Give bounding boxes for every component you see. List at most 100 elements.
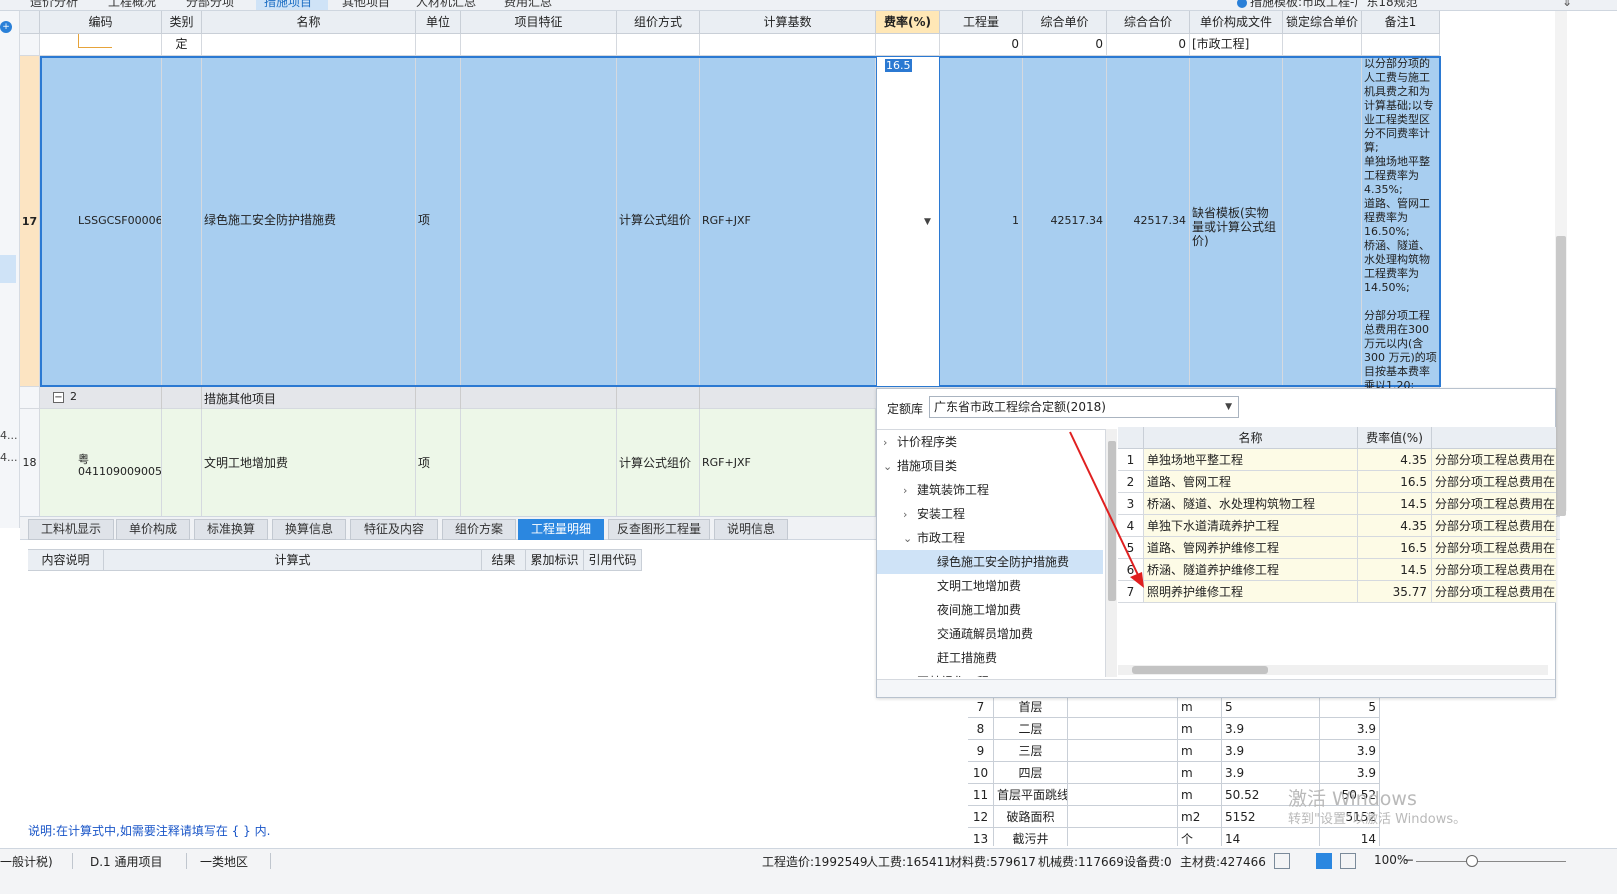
tree-item[interactable]: 文明工地增加费 xyxy=(877,574,1103,598)
qty-row-value[interactable]: 3.9 xyxy=(1320,762,1380,784)
qty-row-unit[interactable]: m xyxy=(1178,762,1222,784)
tab-standard-conversion[interactable]: 标准换算 xyxy=(194,519,268,540)
tree-item[interactable]: › 建筑装饰工程 xyxy=(877,478,1103,502)
tree-item[interactable]: 绿色施工安全防护措施费 xyxy=(877,550,1103,574)
qty-row-blank[interactable] xyxy=(1068,696,1178,718)
tab-measures[interactable]: 措施项目 xyxy=(256,0,328,10)
template-title[interactable]: 措施模板:市政工程-广东18规范 xyxy=(1250,0,1418,10)
rate-row-value[interactable]: 35.77 xyxy=(1358,581,1432,603)
status-item[interactable]: D.1 通用项目 xyxy=(90,853,163,870)
header-locked-price[interactable]: 锁定综合单价 xyxy=(1283,11,1362,34)
tree-item[interactable]: ⌄ 市政工程 xyxy=(877,526,1103,550)
qty-row-index[interactable]: 13 xyxy=(968,828,994,846)
qty-row-name[interactable]: 四层 xyxy=(994,762,1068,784)
header-unit-price[interactable]: 综合单价 xyxy=(1023,11,1107,34)
tab-sub-items[interactable]: 分部分项 xyxy=(178,0,242,10)
cell-name[interactable]: 绿色施工安全防护措施费 xyxy=(202,56,416,387)
header-base[interactable]: 计算基数 xyxy=(700,11,876,34)
status-tax[interactable]: 一般计税) xyxy=(0,853,53,870)
header-quantity[interactable]: 工程量 xyxy=(940,11,1023,34)
qty-row-index[interactable]: 8 xyxy=(968,718,994,740)
qty-row-blank[interactable] xyxy=(1068,828,1178,846)
rate-row-value[interactable]: 16.5 xyxy=(1358,537,1432,559)
rate-row-index[interactable]: 4 xyxy=(1118,515,1144,537)
cell-unit[interactable]: 项 xyxy=(416,56,461,387)
library-select[interactable]: 广东省市政工程综合定额(2018) ▼ xyxy=(929,396,1239,418)
cell-total[interactable]: 0 xyxy=(1107,34,1190,56)
detail-header-ref-code[interactable]: 引用代码 xyxy=(584,549,642,571)
rate-row-note[interactable]: 分部分项工程总费用在3 xyxy=(1432,537,1556,559)
hscroll-thumb[interactable] xyxy=(1132,666,1268,674)
rate-row-index[interactable]: 7 xyxy=(1118,581,1144,603)
tab-labor-material[interactable]: 工料机显示 xyxy=(28,519,114,540)
qty-row-unit[interactable]: m2 xyxy=(1178,806,1222,828)
scroll-thumb[interactable] xyxy=(1556,236,1566,516)
rate-row-note[interactable]: 分部分项工程总费用在3 xyxy=(1432,449,1556,471)
cell-base[interactable]: RGF+JXF xyxy=(700,56,876,387)
header-price-file[interactable]: 单价构成文件 xyxy=(1190,11,1283,34)
qty-row-name[interactable]: 首层 xyxy=(994,696,1068,718)
left-nav-selected[interactable] xyxy=(0,255,16,283)
cell-quantity[interactable]: 1 xyxy=(940,56,1023,387)
header-type[interactable]: 类别 xyxy=(162,11,202,34)
tab-price-composition[interactable]: 单价构成 xyxy=(116,519,190,540)
cell-unit-price[interactable]: 42517.34 xyxy=(1023,56,1107,387)
rate-header-note[interactable] xyxy=(1432,427,1556,449)
tree-item[interactable]: ⌄ 措施项目类 xyxy=(877,454,1103,478)
rate-row-note[interactable]: 分部分项工程总费用在3 xyxy=(1432,581,1556,603)
header-feature[interactable]: 项目特征 xyxy=(461,11,617,34)
tab-description[interactable]: 说明信息 xyxy=(714,519,788,540)
header-name[interactable]: 名称 xyxy=(202,11,416,34)
rate-row-note[interactable]: 分部分项工程总费用在3 xyxy=(1432,471,1556,493)
qty-row-unit[interactable]: m xyxy=(1178,740,1222,762)
rate-row-value[interactable]: 14.5 xyxy=(1358,493,1432,515)
cell-unit-price[interactable]: 0 xyxy=(1023,34,1107,56)
qty-row-index[interactable]: 10 xyxy=(968,762,994,784)
cell-code[interactable]: LSSGCSF00006 xyxy=(40,56,162,387)
tab-conversion-info[interactable]: 换算信息 xyxy=(272,519,346,540)
qty-row-value[interactable]: 3.9 xyxy=(1320,740,1380,762)
chevron-down-icon[interactable]: ⌄ xyxy=(903,527,917,551)
tree-scrollbar[interactable] xyxy=(1105,429,1117,677)
qty-row-unit[interactable]: m xyxy=(1178,718,1222,740)
cell-quantity[interactable]: 0 xyxy=(940,34,1023,56)
detail-header-accumulate[interactable]: 累加标识 xyxy=(526,549,584,571)
qty-row-index[interactable]: 7 xyxy=(968,696,994,718)
qty-row-expr[interactable]: 3.9 xyxy=(1222,762,1320,784)
header-remark[interactable]: 备注1 xyxy=(1362,11,1440,34)
qty-row-blank[interactable] xyxy=(1068,784,1178,806)
rate-header-value[interactable]: 费率值(%) xyxy=(1358,427,1432,449)
rate-row-name[interactable]: 道路、管网工程 xyxy=(1144,471,1358,493)
detail-header-formula[interactable]: 计算式 xyxy=(104,549,482,571)
rate-row-name[interactable]: 单独下水道清疏养护工程 xyxy=(1144,515,1358,537)
qty-row-name[interactable]: 三层 xyxy=(994,740,1068,762)
grid-scrollbar[interactable] xyxy=(1555,11,1567,516)
rate-row-value[interactable]: 16.5 xyxy=(1358,471,1432,493)
rate-row-name[interactable]: 桥涵、隧道养护维修工程 xyxy=(1144,559,1358,581)
chevron-right-icon[interactable]: › xyxy=(903,671,917,677)
rate-row-index[interactable]: 2 xyxy=(1118,471,1144,493)
tree-scroll-thumb[interactable] xyxy=(1108,441,1116,601)
rate-row-note[interactable]: 分部分项工程总费用在3 xyxy=(1432,493,1556,515)
qty-row-name[interactable]: 首层平面跳线 xyxy=(994,784,1068,806)
zoom-out-icon[interactable]: − xyxy=(1404,853,1414,867)
tab-quantity-detail[interactable]: 工程量明细 xyxy=(518,519,604,540)
tab-labor-material-summary[interactable]: 人材机汇总 xyxy=(408,0,484,10)
tab-project-overview[interactable]: 工程概况 xyxy=(100,0,164,10)
qty-row-name[interactable]: 二层 xyxy=(994,718,1068,740)
rate-row-value[interactable]: 14.5 xyxy=(1358,559,1432,581)
rate-row-note[interactable]: 分部分项工程总费用在3 xyxy=(1432,515,1556,537)
tree-item[interactable]: › 安装工程 xyxy=(877,502,1103,526)
fee-rate-editor[interactable]: 16.5 ▼ xyxy=(876,56,940,387)
qty-row-index[interactable]: 12 xyxy=(968,806,994,828)
qty-row-unit[interactable]: 个 xyxy=(1178,828,1222,846)
rate-header-name[interactable]: 名称 xyxy=(1144,427,1358,449)
qty-row-index[interactable]: 11 xyxy=(968,784,994,806)
qty-row-blank[interactable] xyxy=(1068,806,1178,828)
header-total-price[interactable]: 综合合价 xyxy=(1107,11,1190,34)
qty-row-unit[interactable]: m xyxy=(1178,696,1222,718)
qty-row-expr[interactable]: 3.9 xyxy=(1222,718,1320,740)
qty-row-blank[interactable] xyxy=(1068,740,1178,762)
tree-item[interactable]: › 计价程序类 xyxy=(877,430,1103,454)
detail-header-content[interactable]: 内容说明 xyxy=(28,549,104,571)
